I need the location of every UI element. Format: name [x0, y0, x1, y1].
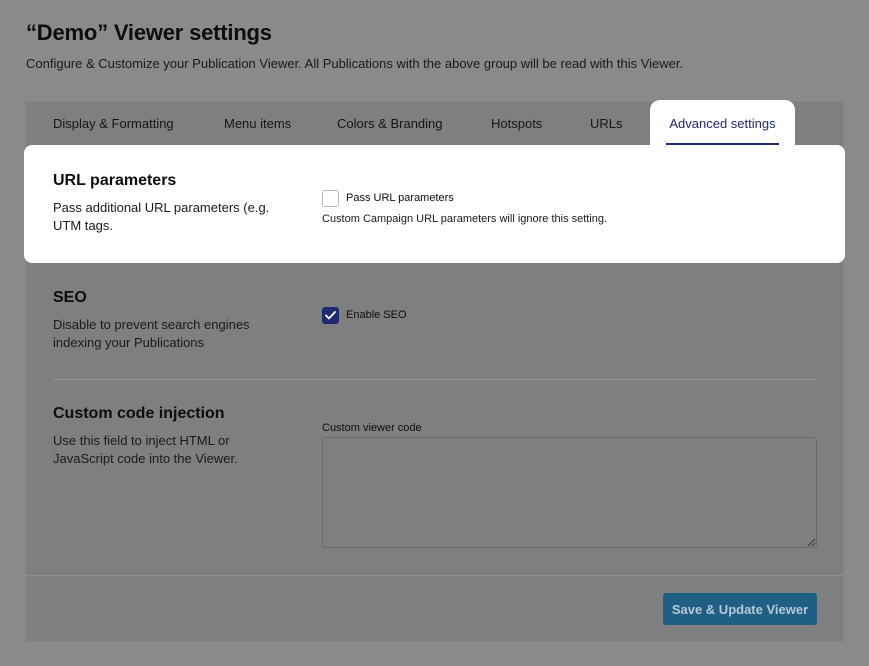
section-divider [53, 379, 816, 380]
enable-seo-label[interactable]: Enable SEO [346, 309, 407, 321]
custom-viewer-code-textarea[interactable] [322, 437, 817, 548]
custom-code-title: Custom code injection [53, 405, 225, 422]
save-update-viewer-button[interactable]: Save & Update Viewer [663, 593, 817, 625]
pass-url-parameters-checkbox[interactable] [322, 190, 339, 207]
tab-display-formatting[interactable]: Display & Formatting [53, 116, 174, 131]
checkmark-icon [325, 311, 336, 320]
tab-menu-items[interactable]: Menu items [224, 116, 291, 131]
url-parameters-title: URL parameters [53, 172, 177, 189]
seo-description: Disable to prevent search engines indexi… [53, 317, 250, 350]
custom-code-description: Use this field to inject HTML or JavaScr… [53, 433, 238, 466]
tab-urls[interactable]: URLs [590, 116, 623, 131]
tab-colors-branding[interactable]: Colors & Branding [337, 116, 443, 131]
pass-url-parameters-label[interactable]: Pass URL parameters [346, 192, 454, 204]
custom-viewer-code-label: Custom viewer code [322, 422, 422, 434]
url-parameters-description: Pass additional URL parameters (e.g. UTM… [53, 200, 270, 233]
tab-bar: Display & Formatting Menu items Colors &… [26, 100, 843, 148]
page-title: “Demo” Viewer settings [26, 20, 272, 45]
resize-grip-icon[interactable] [806, 537, 816, 547]
page-subtitle: Configure & Customize your Publication V… [26, 56, 684, 71]
url-parameters-hint: Custom Campaign URL parameters will igno… [322, 213, 608, 225]
tab-hotspots[interactable]: Hotspots [491, 116, 542, 131]
seo-title: SEO [53, 289, 87, 306]
enable-seo-checkbox[interactable] [322, 307, 339, 324]
footer-divider [25, 575, 844, 576]
tab-advanced-settings[interactable]: Advanced settings [650, 100, 795, 148]
